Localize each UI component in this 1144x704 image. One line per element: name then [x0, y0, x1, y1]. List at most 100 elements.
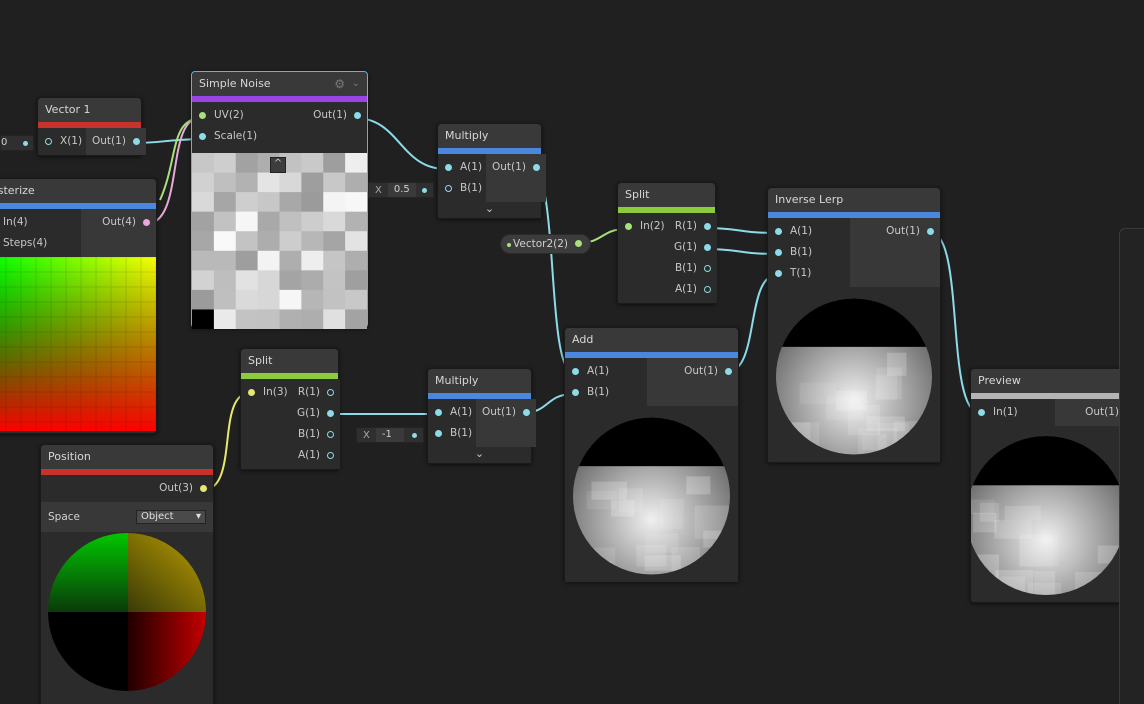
noise-cell — [345, 270, 367, 291]
port-out[interactable]: Out(1) — [486, 157, 546, 178]
sphere-render — [776, 298, 932, 455]
noise-cell — [257, 192, 280, 213]
multiply2-b-field[interactable]: X -1 — [356, 427, 424, 443]
port-b[interactable]: B(1) — [668, 258, 717, 279]
sphere-patch — [874, 375, 898, 401]
noise-cell — [279, 231, 302, 252]
port-scale[interactable]: Scale(1) — [192, 126, 284, 147]
port-in[interactable]: In(1) — [971, 402, 1055, 423]
port-steps[interactable]: Steps(4) — [0, 233, 81, 254]
node-split-1[interactable]: Split In(2) R(1) G(1) B(1) A(1) — [617, 182, 718, 304]
vector1-x-field[interactable]: 0 — [0, 135, 34, 151]
node-add[interactable]: Add A(1) B(1) Out(1) — [564, 327, 739, 582]
port-a[interactable]: A(1) — [438, 157, 486, 178]
port-dot-icon[interactable] — [532, 164, 540, 171]
port-dot-icon[interactable] — [327, 389, 335, 396]
noise-cell — [279, 289, 302, 310]
port-a[interactable]: A(1) — [291, 445, 340, 466]
port-dot-icon[interactable] — [327, 410, 335, 417]
port-dot-icon[interactable] — [132, 138, 140, 145]
port-dot-icon[interactable] — [704, 244, 712, 251]
port-b[interactable]: B(1) — [438, 178, 486, 199]
node-vector1[interactable]: Vector 1 X(1) Out(1) — [37, 97, 146, 156]
port-dot-icon[interactable] — [248, 389, 255, 396]
port-r[interactable]: R(1) — [291, 382, 340, 403]
field-port-dot[interactable] — [422, 187, 427, 193]
chevron-down-icon[interactable]: ⌄ — [352, 72, 360, 96]
sphere-patch — [1019, 536, 1055, 567]
node-vector2-collapsed[interactable]: Vector2(2) — [500, 234, 592, 254]
chevron-down-icon[interactable]: ⌄ — [428, 447, 531, 463]
port-dot-icon[interactable] — [354, 112, 361, 119]
port-uv[interactable]: UV(2) — [192, 105, 284, 126]
port-dot-icon[interactable] — [704, 265, 712, 272]
port-dot-icon[interactable] — [572, 389, 579, 396]
port-dot-icon[interactable] — [725, 368, 732, 375]
gear-icon[interactable]: ⚙ — [334, 72, 345, 96]
field-port-dot[interactable] — [23, 141, 28, 146]
port-in[interactable]: In(4) — [0, 212, 81, 233]
port-x[interactable]: X(1) — [38, 131, 86, 152]
node-inverse-lerp[interactable]: Inverse Lerp A(1) B(1) T(1) Out(1) — [767, 187, 941, 463]
port-out[interactable]: Out(1) — [86, 131, 146, 152]
port-dot-icon[interactable] — [445, 164, 452, 171]
port-dot-icon[interactable] — [575, 240, 583, 247]
port-dot-icon[interactable] — [522, 409, 530, 416]
port-a[interactable]: A(1) — [428, 402, 476, 423]
port-dot-icon[interactable] — [704, 223, 712, 230]
port-out[interactable]: Out(3) — [41, 478, 213, 499]
node-posterize[interactable]: osterize In(4) Steps(4) Out(4) — [0, 178, 157, 434]
port-t[interactable]: T(1) — [768, 263, 850, 284]
port-b[interactable]: B(1) — [565, 382, 647, 403]
node-simple-noise[interactable]: Simple Noise ⚙ ⌄ UV(2) Scale(1) Out(1) ^ — [191, 71, 368, 329]
port-out[interactable]: Out(1) — [850, 221, 940, 242]
port-b[interactable]: B(1) — [768, 242, 850, 263]
port-dot-icon[interactable] — [143, 219, 150, 226]
port-dot-icon[interactable] — [45, 138, 52, 145]
port-dot-icon[interactable] — [327, 452, 335, 459]
port-dot-icon[interactable] — [435, 409, 442, 416]
multiply1-b-field[interactable]: X 0.5 — [368, 182, 434, 198]
port-dot-icon[interactable] — [625, 223, 632, 230]
port-dot-icon[interactable] — [775, 270, 782, 277]
node-multiply-1[interactable]: Multiply A(1) B(1) Out(1) ⌄ — [437, 123, 546, 219]
port-b[interactable]: B(1) — [428, 423, 476, 444]
node-position[interactable]: Position Out(3) Space Object ▾ — [40, 444, 214, 704]
port-dot-icon[interactable] — [199, 133, 206, 140]
port-dot-icon[interactable] — [200, 485, 207, 492]
port-a[interactable]: A(1) — [668, 279, 717, 300]
port-r[interactable]: R(1) — [668, 216, 717, 237]
field-port-dot[interactable] — [412, 432, 417, 438]
noise-cell — [301, 309, 324, 329]
port-dot-icon[interactable] — [445, 185, 452, 192]
port-out[interactable]: Out(4) — [81, 212, 156, 233]
port-a[interactable]: A(1) — [768, 221, 850, 242]
port-out[interactable]: Out(1) — [284, 105, 367, 126]
port-dot-icon[interactable] — [927, 228, 934, 235]
port-b[interactable]: B(1) — [291, 424, 340, 445]
node-multiply-2[interactable]: Multiply A(1) B(1) Out(1) ⌄ — [427, 368, 536, 464]
port-dot-icon[interactable] — [775, 228, 782, 235]
shader-graph-canvas[interactable]: 0 Vector 1 X(1) Out(1) osterize In(4) St… — [0, 0, 1144, 704]
node-split-2[interactable]: Split In(3) R(1) G(1) B(1) A(1) — [240, 348, 341, 470]
collapse-preview-button[interactable]: ^ — [270, 157, 286, 173]
node-preview[interactable]: Preview In(1) Out(1) — [970, 368, 1144, 603]
chevron-down-icon[interactable]: ⌄ — [438, 202, 541, 218]
port-dot-icon[interactable] — [978, 409, 985, 416]
port-dot-icon[interactable] — [775, 249, 782, 256]
port-dot-icon[interactable] — [327, 431, 335, 438]
port-g[interactable]: G(1) — [668, 237, 717, 258]
port-dot-icon[interactable] — [435, 430, 442, 437]
port-dot-icon[interactable] — [572, 368, 579, 375]
port-in[interactable]: In(2) — [618, 216, 668, 237]
port-out[interactable]: Out(1) — [476, 402, 536, 423]
port-dot-icon[interactable] — [704, 286, 712, 293]
space-dropdown[interactable]: Object ▾ — [136, 510, 206, 524]
port-a[interactable]: A(1) — [565, 361, 647, 382]
inverse-lerp-preview — [768, 287, 940, 462]
noise-cell — [279, 172, 302, 193]
port-g[interactable]: G(1) — [291, 403, 340, 424]
port-dot-icon[interactable] — [199, 112, 206, 119]
port-out[interactable]: Out(1) — [647, 361, 738, 382]
port-in[interactable]: In(3) — [241, 382, 291, 403]
